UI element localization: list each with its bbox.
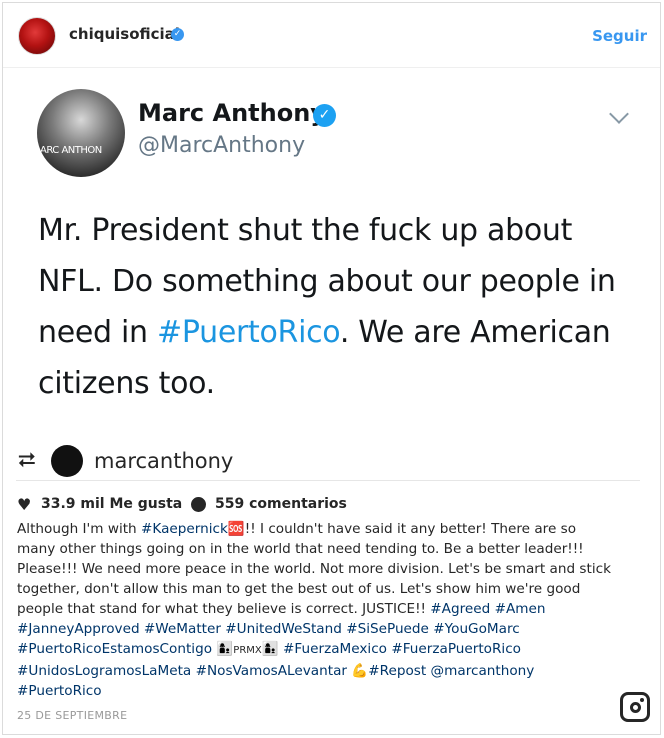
- post-stats: ♥ 33.9 mil Me gusta 559 comentarios: [3, 495, 660, 515]
- instagram-dot: [640, 698, 644, 702]
- tweet-name: Marc Anthony: [138, 99, 326, 127]
- tweet-avatar-text: ARC ANTHON: [40, 145, 102, 156]
- flexed-biceps-emoji-icon: 💪: [351, 663, 369, 679]
- follow-button[interactable]: Seguir: [592, 27, 647, 45]
- username[interactable]: chiquisoficial: [69, 25, 180, 43]
- likes-count[interactable]: 33.9 mil Me gusta: [41, 496, 182, 512]
- post-caption: Although I'm with #Kaepernick🆘!! I could…: [17, 519, 617, 701]
- comments-count[interactable]: 559 comentarios: [215, 496, 347, 512]
- hashtag-kaepernick[interactable]: #Kaepernick: [141, 521, 228, 537]
- tweet-verified-icon: ✓: [313, 104, 336, 127]
- family-emoji-icon-2: 👩‍👦: [261, 641, 279, 657]
- post-date[interactable]: 25 DE SEPTIEMBRE: [17, 709, 127, 722]
- tweet-text: Mr. President shut the fuck up about NFL…: [38, 205, 638, 409]
- tweet-hashtag: #PuertoRico: [157, 315, 340, 350]
- repost-username: marcanthony: [94, 449, 234, 473]
- instagram-logo-icon[interactable]: [620, 692, 650, 722]
- tweet-handle: @MarcAnthony: [138, 133, 306, 158]
- chevron-down-icon: [609, 104, 629, 124]
- avatar[interactable]: [18, 17, 56, 55]
- post-image: ARC ANTHON Marc Anthony ✓ @MarcAnthony M…: [4, 69, 660, 445]
- tweet-avatar: ARC ANTHON: [37, 89, 125, 177]
- instagram-post: chiquisoficial ✓ Seguir ARC ANTHON Marc …: [2, 2, 661, 735]
- verified-badge-icon: ✓: [171, 28, 184, 41]
- post-header: chiquisoficial ✓ Seguir: [3, 3, 660, 68]
- divider: [16, 480, 640, 481]
- repost-avatar: [51, 445, 83, 477]
- prmx-text: PRMX: [233, 645, 262, 656]
- sos-emoji-icon: 🆘: [227, 521, 245, 537]
- heart-icon[interactable]: ♥: [17, 495, 31, 514]
- instagram-lens: [630, 702, 641, 713]
- caption-part1: Although I'm with: [17, 521, 141, 537]
- family-emoji-icon: 👩‍👦: [216, 641, 234, 657]
- repost-bar: ⮂ marcanthony: [4, 445, 660, 481]
- repost-icon: ⮂: [18, 448, 36, 473]
- comment-icon[interactable]: [191, 497, 206, 512]
